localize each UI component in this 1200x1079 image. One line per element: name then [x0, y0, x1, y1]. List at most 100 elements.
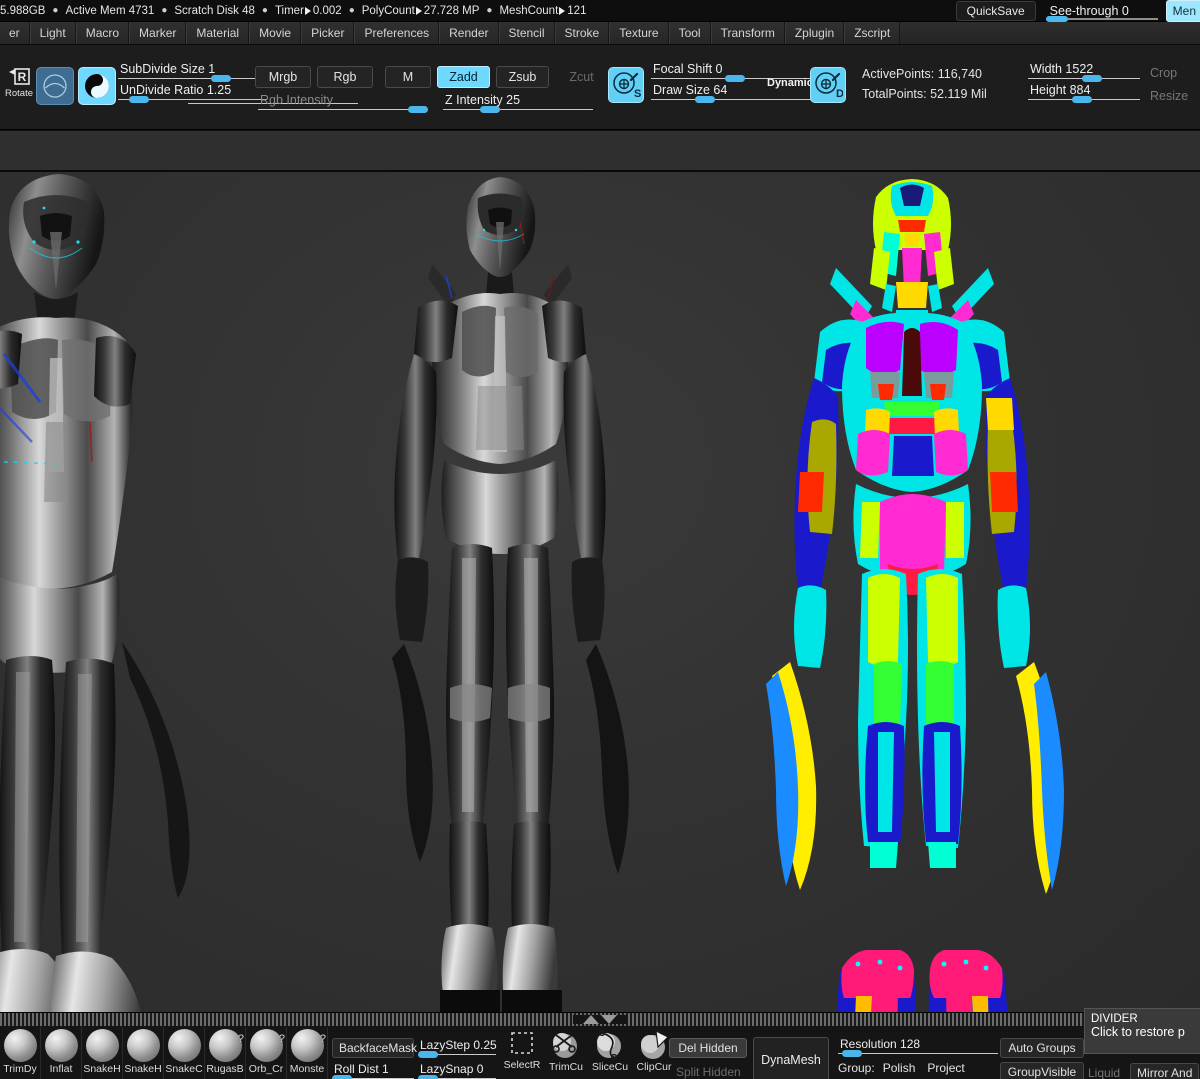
brush-help-icon[interactable]: ? — [320, 1033, 326, 1045]
menu-item-stencil[interactable]: Stencil — [498, 22, 555, 44]
mirror-and-weld-button[interactable]: Mirror And — [1130, 1063, 1200, 1079]
draw-size-label: Draw Size 64 — [653, 83, 728, 97]
crop-button[interactable]: Crop — [1150, 66, 1177, 80]
backface-mask-button[interactable]: BackfaceMask — [332, 1038, 417, 1058]
rgb-button[interactable]: Rgb — [317, 66, 373, 88]
select-rect-label: SelectR — [503, 1059, 541, 1071]
z-intensity-label: Z Intensity 25 — [445, 93, 521, 107]
brush-label: Monste — [289, 1063, 325, 1075]
select-rect-tool[interactable]: SelectR — [500, 1029, 544, 1079]
document-width-slider[interactable]: Width 1522 — [1028, 62, 1140, 82]
status-bar-right-group: QuickSave See-through 0 Men — [955, 0, 1200, 22]
brush-thumbnail — [167, 1029, 201, 1062]
stroke-picker-button[interactable]: S — [608, 67, 644, 103]
timer-value: 0.002 — [312, 4, 342, 17]
meshcount-play-icon[interactable] — [559, 6, 566, 15]
brush-item[interactable]: ? RugasB — [205, 1027, 246, 1079]
rgb-intensity-slider[interactable]: Rgb Intensity — [258, 93, 428, 113]
brush-label: SnakeC — [165, 1063, 203, 1075]
menu-item-render[interactable]: Render — [439, 22, 499, 44]
canvas-models-render — [0, 174, 1064, 1012]
active-mem-readout: Active Mem 4731 — [65, 4, 155, 17]
shelf-divider-band[interactable] — [0, 130, 1200, 172]
material-sphere-inactive-button[interactable] — [36, 67, 74, 105]
dynamic-mode-button[interactable]: D — [810, 67, 846, 103]
project-button[interactable]: Project — [927, 1061, 964, 1075]
auto-groups-button[interactable]: Auto Groups — [1000, 1038, 1084, 1058]
brush-item[interactable]: SnakeC — [164, 1027, 205, 1079]
z-intensity-track — [443, 109, 593, 110]
brush-item[interactable]: ? Monste — [287, 1027, 328, 1079]
zadd-button[interactable]: Zadd — [437, 66, 490, 88]
menu-item-marker[interactable]: Marker — [129, 22, 187, 44]
menu-item-light[interactable]: Light — [29, 22, 76, 44]
dynamesh-button[interactable]: DynaMesh — [753, 1037, 829, 1079]
clip-curve-icon — [641, 1029, 670, 1059]
m-button[interactable]: M — [385, 66, 431, 88]
brush-item[interactable]: Inflat — [41, 1027, 82, 1079]
draw-size-slider[interactable]: Draw Size 64 — [651, 83, 811, 103]
menu-item-transform[interactable]: Transform — [710, 22, 785, 44]
menu-item-material[interactable]: Material — [186, 22, 250, 44]
brush-palette: TrimDy Inflat SnakeH SnakeH SnakeC ? Rug… — [0, 1027, 328, 1079]
group-visible-button[interactable]: GroupVisible — [1000, 1062, 1084, 1079]
brush-item[interactable]: ? Orb_Cr — [246, 1027, 287, 1079]
bottom-shelf-divider-handle[interactable] — [0, 1013, 1200, 1026]
arrow-down-icon[interactable] — [601, 1015, 617, 1024]
undivide-ratio-slider[interactable]: UnDivide Ratio 1.25 — [118, 83, 266, 103]
menu-item-layer[interactable]: er — [0, 22, 30, 44]
brush-item[interactable]: SnakeH — [82, 1027, 123, 1079]
subdivide-size-slider[interactable]: SubDivide Size 1 — [118, 62, 266, 82]
menu-item-zscript[interactable]: Zscript — [844, 22, 901, 44]
shelf-resize-arrows[interactable] — [573, 1015, 627, 1024]
status-bar: 5.988GB ● Active Mem 4731 ● Scratch Disk… — [0, 0, 1200, 22]
zcut-button: Zcut — [569, 70, 594, 84]
brush-item[interactable]: TrimDy — [0, 1027, 41, 1079]
rotate-button[interactable]: R Rotate — [2, 63, 36, 103]
rotate-icon: R — [9, 68, 30, 85]
polycount-play-icon[interactable] — [415, 6, 422, 15]
menu-tab-button[interactable]: Men — [1165, 0, 1200, 22]
brush-thumbnail — [44, 1029, 78, 1062]
document-height-slider[interactable]: Height 884 — [1028, 83, 1140, 103]
tooltip-title: DIVIDER — [1091, 1013, 1138, 1025]
menu-item-stroke[interactable]: Stroke — [554, 22, 610, 44]
arrow-up-icon[interactable] — [583, 1015, 599, 1024]
polish-button[interactable]: Polish — [883, 1061, 916, 1075]
brush-label: RugasB — [206, 1063, 244, 1075]
z-intensity-slider[interactable]: Z Intensity 25 — [443, 93, 593, 113]
menu-item-preferences[interactable]: Preferences — [354, 22, 440, 44]
menu-item-movie[interactable]: Movie — [249, 22, 302, 44]
zsub-button[interactable]: Zsub — [496, 66, 549, 88]
document-height-label: Height 884 — [1030, 83, 1091, 97]
roll-dist-slider[interactable]: Roll Dist 1 — [332, 1062, 414, 1079]
see-through-slider[interactable]: See-through 0 — [1044, 4, 1160, 22]
select-rect-icon — [511, 1032, 533, 1054]
menu-item-picker[interactable]: Picker — [301, 22, 355, 44]
brush-help-icon[interactable]: ? — [279, 1033, 285, 1045]
menu-item-macro[interactable]: Macro — [75, 22, 130, 44]
liquid-button[interactable]: Liquid — [1088, 1066, 1120, 1079]
quicksave-button[interactable]: QuickSave — [955, 1, 1036, 21]
menu-item-zplugin[interactable]: Zplugin — [784, 22, 845, 44]
trim-curve-tool[interactable]: TrimCu — [544, 1029, 588, 1079]
svg-text:S: S — [634, 88, 641, 100]
focal-shift-label: Focal Shift 0 — [653, 62, 723, 76]
meshcount-value: 121 — [567, 4, 587, 17]
dynamesh-resolution-slider[interactable]: Resolution 128 — [838, 1037, 998, 1057]
material-sphere-active-button[interactable] — [78, 67, 116, 105]
brush-item[interactable]: SnakeH — [123, 1027, 164, 1079]
menu-item-texture[interactable]: Texture — [609, 22, 669, 44]
menu-item-tool[interactable]: Tool — [668, 22, 711, 44]
lazy-step-slider[interactable]: LazyStep 0.25 — [418, 1038, 497, 1058]
slice-curve-tool[interactable]: SliceCu — [588, 1029, 632, 1079]
del-hidden-button[interactable]: Del Hidden — [669, 1038, 747, 1058]
brush-thumbnail — [85, 1029, 119, 1062]
sculpting-canvas[interactable] — [0, 172, 1200, 1012]
lazy-snap-slider[interactable]: LazySnap 0 — [418, 1062, 496, 1079]
resize-button[interactable]: Resize — [1150, 89, 1188, 103]
draw-size-track — [651, 99, 811, 100]
trim-curve-icon — [552, 1033, 577, 1058]
timer-play-icon[interactable] — [304, 6, 311, 15]
brush-help-icon[interactable]: ? — [238, 1033, 244, 1045]
